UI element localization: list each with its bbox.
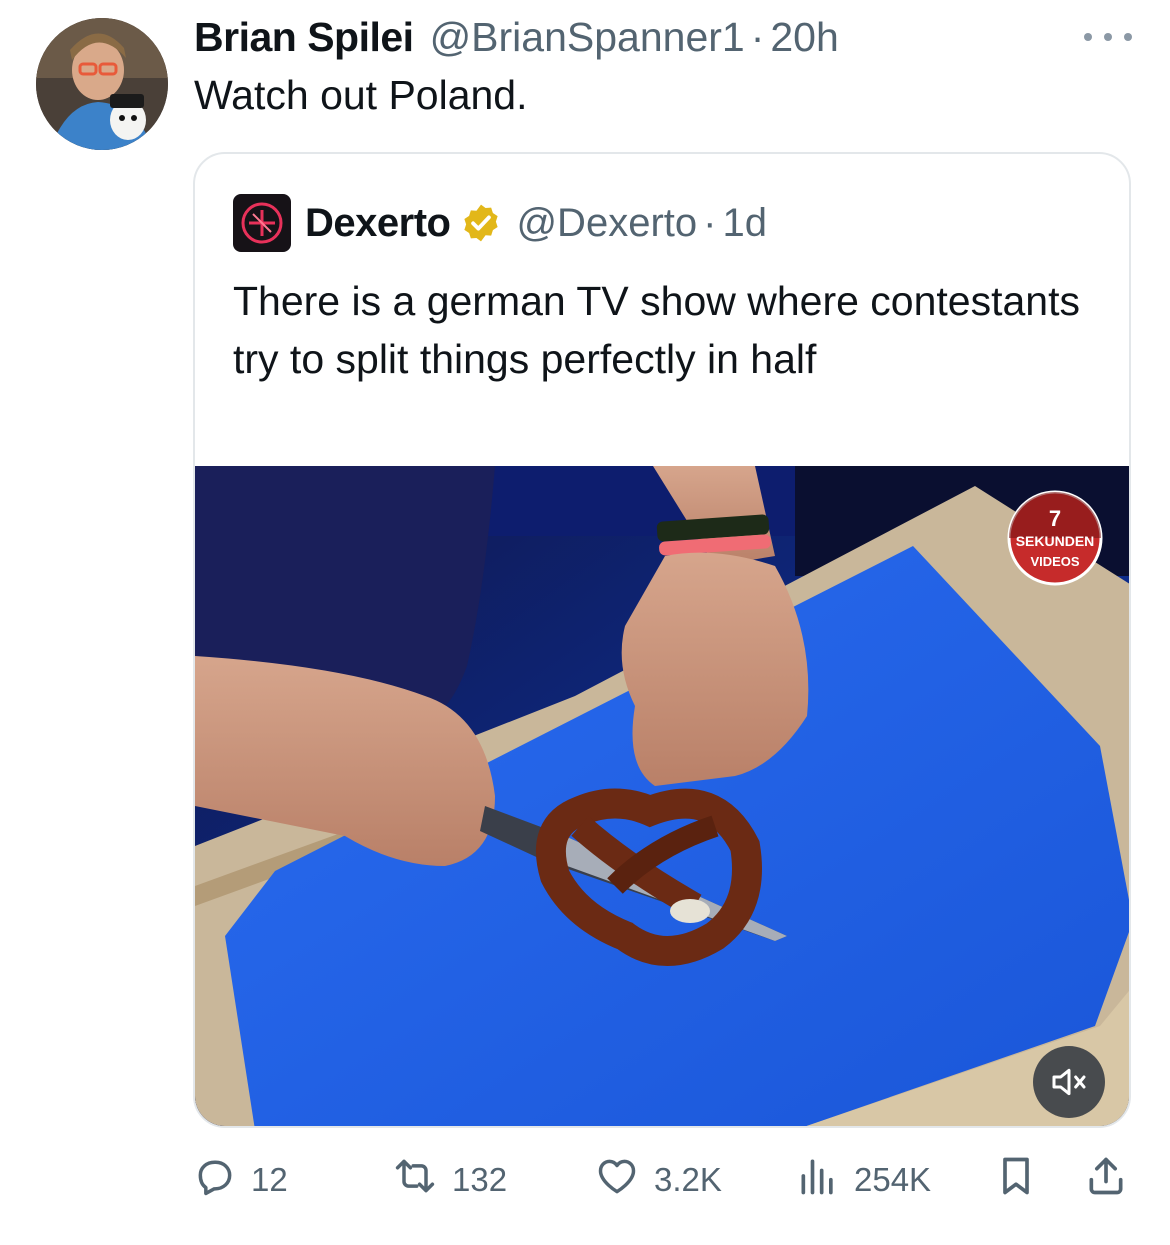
quoted-tweet-text: There is a german TV show where contesta… xyxy=(233,278,1080,382)
like-icon xyxy=(594,1154,640,1206)
video-frame: 7 SEKUNDEN VIDEOS xyxy=(195,466,1129,1126)
bookmark-icon xyxy=(994,1154,1038,1206)
quoted-author-avatar[interactable] xyxy=(233,194,291,252)
tweet-text: Watch out Poland. xyxy=(194,72,528,118)
logo-top-text: SEKUNDEN xyxy=(1016,533,1095,549)
quoted-author-name[interactable]: Dexerto xyxy=(305,201,451,246)
reply-icon xyxy=(193,1154,237,1206)
views-button[interactable]: 254K xyxy=(796,1150,931,1210)
like-button[interactable]: 3.2K xyxy=(594,1150,722,1210)
author-name[interactable]: Brian Spilei xyxy=(194,14,414,61)
quoted-author-handle[interactable]: @Dexerto xyxy=(516,201,697,246)
logo-bottom-text: VIDEOS xyxy=(1030,554,1079,569)
views-icon xyxy=(796,1154,840,1206)
author-avatar[interactable] xyxy=(36,18,168,150)
logo-number: 7 xyxy=(1049,506,1061,531)
bookmark-button[interactable] xyxy=(994,1150,1038,1210)
separator-dot: · xyxy=(750,14,765,60)
repost-icon xyxy=(392,1154,438,1206)
repost-count: 132 xyxy=(452,1161,508,1198)
separator-dot: · xyxy=(703,200,717,245)
tweet-timestamp[interactable]: 20h xyxy=(770,14,838,61)
verified-badge-icon xyxy=(460,202,502,244)
repost-button[interactable]: 132 xyxy=(392,1150,507,1210)
quoted-tweet-header: Dexerto @Dexerto · 1d xyxy=(233,194,767,252)
like-count: 3.2K xyxy=(654,1161,722,1198)
share-button[interactable] xyxy=(1084,1150,1128,1210)
reply-count: 12 xyxy=(251,1161,288,1198)
tweet-header: Brian Spilei @BrianSpanner1 · 20h xyxy=(194,14,839,66)
quoted-tweet-timestamp[interactable]: 1d xyxy=(722,201,767,246)
view-count: 254K xyxy=(854,1161,932,1198)
share-icon xyxy=(1084,1154,1128,1206)
more-icon[interactable] xyxy=(1084,22,1132,52)
quoted-tweet-card[interactable]: Dexerto @Dexerto · 1d There is a german … xyxy=(193,152,1131,1128)
reply-button[interactable]: 12 xyxy=(193,1150,288,1210)
mute-icon[interactable] xyxy=(1033,1046,1105,1118)
author-handle[interactable]: @BrianSpanner1 xyxy=(430,14,745,61)
action-bar: 12 132 3.2K 254K xyxy=(0,1150,1170,1210)
video-player[interactable]: 7 SEKUNDEN VIDEOS xyxy=(195,466,1129,1126)
station-logo: 7 SEKUNDEN VIDEOS xyxy=(1007,490,1103,586)
